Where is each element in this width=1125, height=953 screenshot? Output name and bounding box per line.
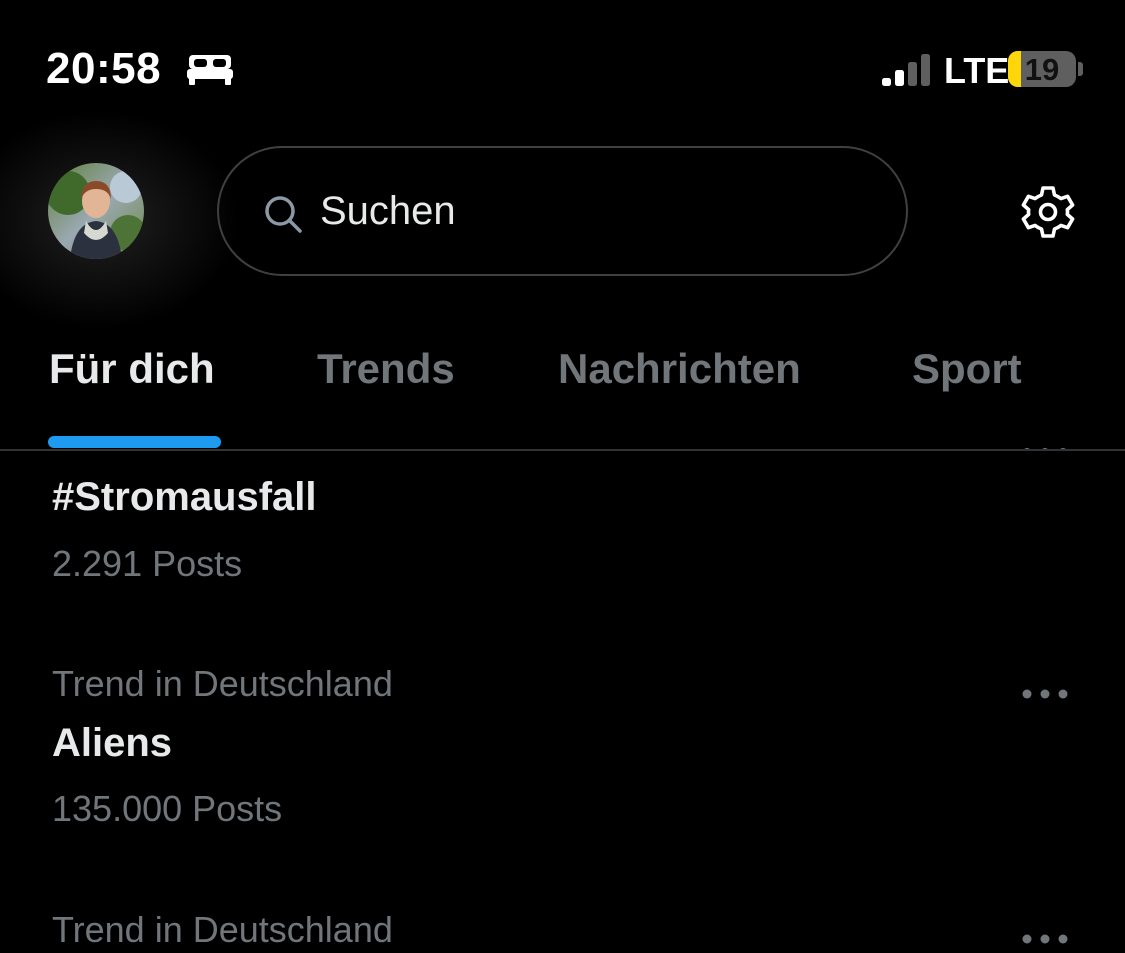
trend-post-count: 135.000 Posts bbox=[52, 788, 283, 829]
list-top-mask bbox=[0, 451, 1125, 465]
network-type: LTE bbox=[944, 50, 1010, 91]
search-placeholder: Suchen bbox=[320, 189, 456, 233]
battery-cap bbox=[1078, 62, 1083, 76]
trend-name: Aliens bbox=[52, 721, 173, 765]
avatar[interactable] bbox=[48, 163, 144, 259]
active-tab-indicator bbox=[48, 436, 221, 448]
trend-context: Trend in Deutschland bbox=[52, 909, 393, 950]
trend-name: #Stromausfall bbox=[52, 475, 317, 519]
signal-bar bbox=[882, 78, 891, 86]
battery-indicator: 19 bbox=[1008, 51, 1076, 87]
search-icon bbox=[265, 196, 302, 233]
explore-screen: 20:58 LTE 19 Suchen Für dich Trends Nach… bbox=[0, 0, 1125, 953]
trend-post-count: 2.291 Posts bbox=[52, 543, 243, 584]
more-icon[interactable] bbox=[1020, 932, 1070, 946]
signal-bar bbox=[895, 70, 904, 86]
avatar-image bbox=[48, 163, 144, 259]
status-time: 20:58 bbox=[46, 44, 162, 93]
bed-icon bbox=[187, 55, 233, 85]
tab-nachrichten[interactable]: Nachrichten bbox=[558, 345, 801, 393]
signal-icon bbox=[882, 54, 930, 86]
gear-icon[interactable] bbox=[1020, 184, 1076, 240]
tab-trends[interactable]: Trends bbox=[317, 345, 455, 393]
trend-context: Trend in Deutschland bbox=[52, 663, 393, 704]
signal-bar bbox=[908, 62, 917, 86]
search-input[interactable]: Suchen bbox=[217, 146, 908, 276]
signal-bar bbox=[921, 54, 930, 86]
more-icon[interactable] bbox=[1020, 687, 1070, 701]
battery-percent: 19 bbox=[1024, 52, 1060, 87]
tab-sport[interactable]: Sport bbox=[912, 345, 1022, 393]
tab-fuer-dich[interactable]: Für dich bbox=[49, 345, 215, 393]
